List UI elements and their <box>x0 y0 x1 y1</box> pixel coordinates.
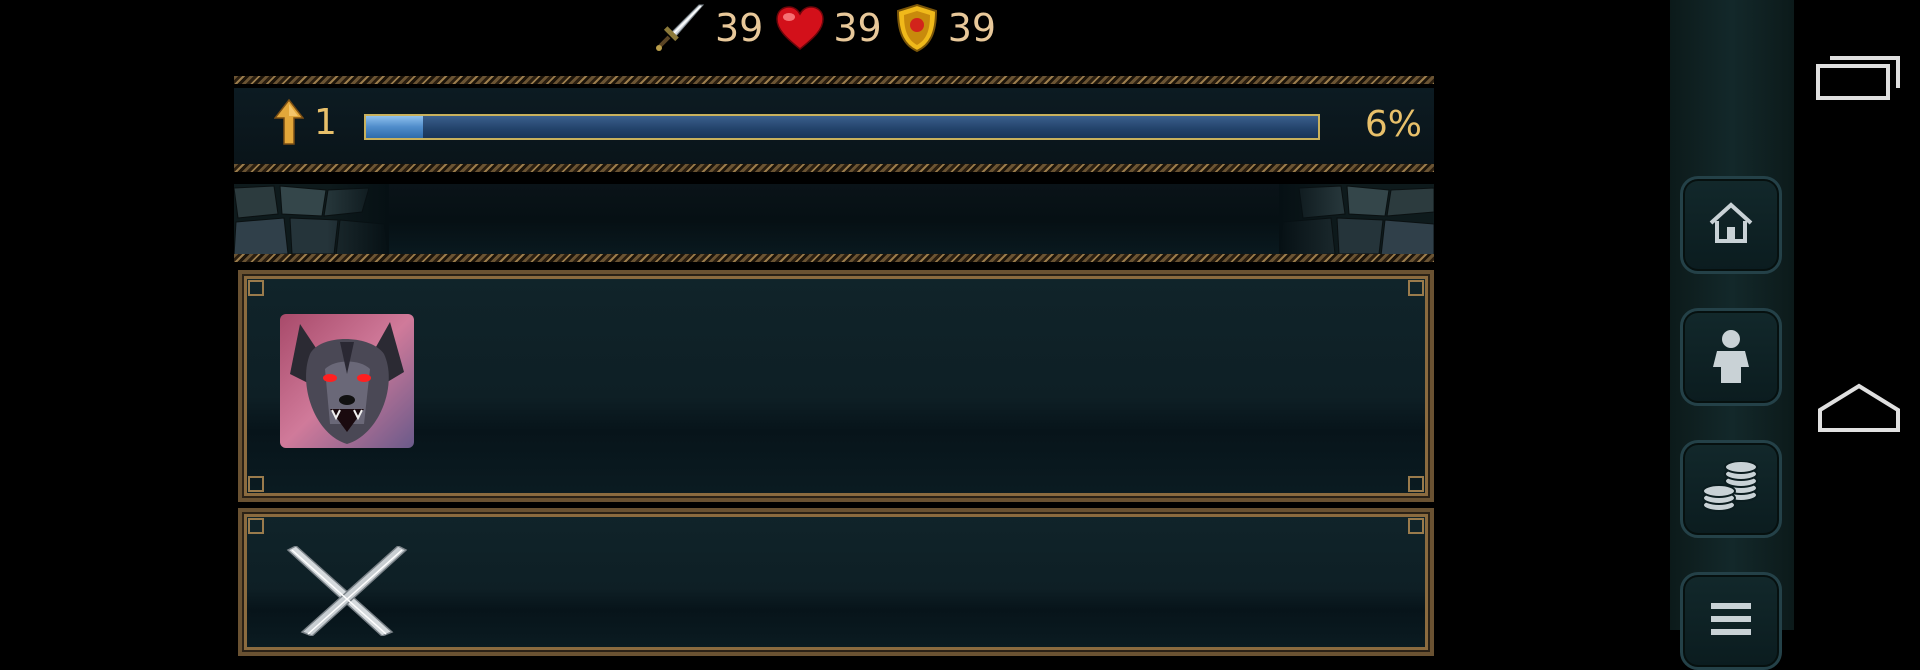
health-value: 39 <box>833 6 882 50</box>
recent-apps-icon <box>1816 48 1902 104</box>
wolf-portrait <box>280 314 414 448</box>
character-icon <box>1709 327 1753 387</box>
stone-decoration-right <box>1278 184 1435 259</box>
coins-menu-button[interactable] <box>1680 440 1782 538</box>
level-up-arrow-icon <box>273 98 305 150</box>
recent-apps-button[interactable] <box>1816 48 1902 104</box>
defense-value: 39 <box>947 6 997 50</box>
chain-divider <box>234 254 1434 262</box>
coins-icon <box>1701 460 1761 517</box>
crossed-swords-icon <box>282 545 412 640</box>
xp-progress-fill <box>366 116 424 138</box>
heart-icon <box>775 5 825 51</box>
defense-stat: 39 <box>894 3 996 53</box>
side-menu <box>1670 0 1794 670</box>
enemy-card[interactable] <box>238 270 1434 502</box>
shield-icon <box>894 3 940 53</box>
level-number: 1 <box>314 102 337 143</box>
chain-divider <box>234 76 1434 84</box>
attack-value: 39 <box>715 6 764 50</box>
menu-icon <box>1709 601 1753 641</box>
home-icon <box>1707 201 1755 249</box>
level-bar: 1 6% <box>234 88 1434 166</box>
stats-row: 39 39 39 <box>655 2 1008 54</box>
system-nav-bar <box>1794 0 1920 630</box>
stone-decoration-left <box>233 184 390 259</box>
character-menu-button[interactable] <box>1680 308 1782 406</box>
xp-percent: 6% <box>1364 104 1422 145</box>
home-nav-button[interactable] <box>1816 382 1902 438</box>
game-screen: 39 39 39 1 6% <box>0 0 1670 656</box>
xp-progress-bar <box>364 114 1320 140</box>
stone-banner <box>233 184 1435 259</box>
home-menu-button[interactable] <box>1680 176 1782 274</box>
battle-card[interactable] <box>238 508 1434 656</box>
home-icon <box>1816 382 1902 438</box>
chain-divider <box>234 164 1434 172</box>
attack-stat: 39 <box>655 3 763 53</box>
health-stat: 39 <box>775 5 882 51</box>
more-menu-button[interactable] <box>1680 572 1782 670</box>
sword-icon <box>655 3 707 53</box>
